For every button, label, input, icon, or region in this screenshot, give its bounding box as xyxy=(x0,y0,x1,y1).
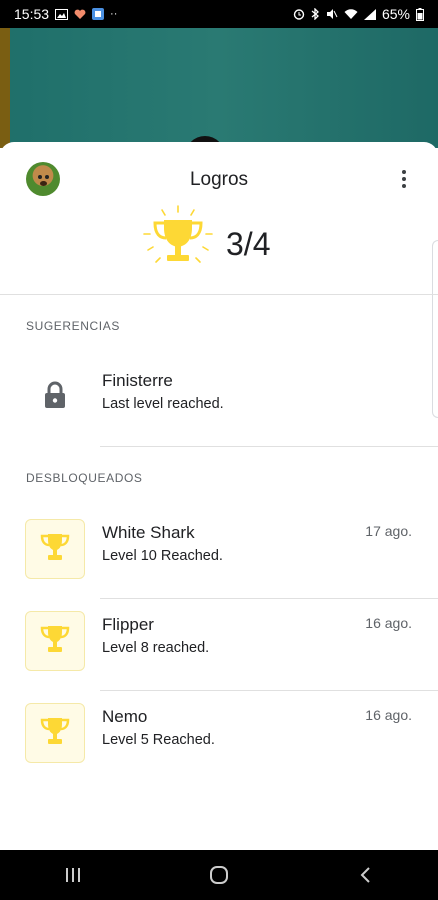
list-divider xyxy=(100,598,438,599)
lock-tile xyxy=(25,367,85,427)
achievement-date: 17 ago. xyxy=(365,523,412,539)
achievement-item-unlocked[interactable]: Flipper Level 8 reached. 16 ago. xyxy=(0,601,438,681)
system-nav-bar xyxy=(0,850,438,900)
heart-icon xyxy=(74,9,86,20)
achievement-description: Last level reached. xyxy=(102,396,224,412)
achievement-name: Finisterre xyxy=(102,371,173,390)
home-icon[interactable] xyxy=(199,855,239,895)
menu-dot xyxy=(402,170,406,174)
achievement-date: 16 ago. xyxy=(365,615,412,631)
achievement-name: White Shark xyxy=(102,523,195,542)
trophy-icon xyxy=(140,204,216,272)
trophy-tile xyxy=(25,519,85,579)
list-divider xyxy=(100,446,438,447)
background-strip xyxy=(0,28,10,148)
section-label-unlocked: DESBLOQUEADOS xyxy=(26,471,143,485)
list-divider xyxy=(100,690,438,691)
more-dots-icon: ·· xyxy=(110,8,118,20)
trophy-icon xyxy=(39,716,71,751)
achievements-sheet: Logros 3/4 SUGERENCIAS Finisterre Last l… xyxy=(0,142,438,850)
trophy-icon xyxy=(39,532,71,567)
achievement-count: 3/4 xyxy=(226,226,271,262)
app-icon xyxy=(92,8,105,20)
wifi-icon xyxy=(344,8,358,20)
achievement-name: Flipper xyxy=(102,615,154,634)
status-bar: 15:53 ·· 65% xyxy=(0,0,438,28)
achievement-date: 16 ago. xyxy=(365,707,412,723)
section-label-suggestions: SUGERENCIAS xyxy=(26,319,120,333)
menu-dot xyxy=(402,184,406,188)
battery-percent: 65% xyxy=(381,6,410,22)
battery-icon xyxy=(416,7,424,21)
trophy-tile xyxy=(25,611,85,671)
mute-icon xyxy=(326,8,338,20)
bluetooth-icon xyxy=(311,8,320,20)
recents-icon[interactable] xyxy=(53,855,93,895)
overflow-menu-button[interactable] xyxy=(394,169,414,189)
trophy-icon xyxy=(39,624,71,659)
header-divider xyxy=(0,294,438,295)
achievement-description: Level 8 reached. xyxy=(102,640,210,656)
alarm-icon xyxy=(293,8,305,20)
achievement-description: Level 5 Reached. xyxy=(102,732,215,748)
signal-icon xyxy=(363,8,376,20)
status-right: 65% xyxy=(293,6,424,22)
image-icon xyxy=(55,8,69,20)
achievement-item-locked[interactable]: Finisterre Last level reached. xyxy=(0,357,438,437)
achievement-item-unlocked[interactable]: White Shark Level 10 Reached. 17 ago. xyxy=(0,509,438,589)
achievement-description: Level 10 Reached. xyxy=(102,548,223,564)
back-icon[interactable] xyxy=(345,855,385,895)
status-time: 15:53 xyxy=(14,6,50,22)
trophy-tile xyxy=(25,703,85,763)
menu-dot xyxy=(402,177,406,181)
achievement-name: Nemo xyxy=(102,707,148,726)
lock-icon xyxy=(43,381,67,414)
background-app-screen xyxy=(0,28,438,156)
achievement-item-unlocked[interactable]: Nemo Level 5 Reached. 16 ago. xyxy=(0,693,438,773)
page-title: Logros xyxy=(189,169,249,190)
status-left: 15:53 ·· xyxy=(14,6,117,22)
